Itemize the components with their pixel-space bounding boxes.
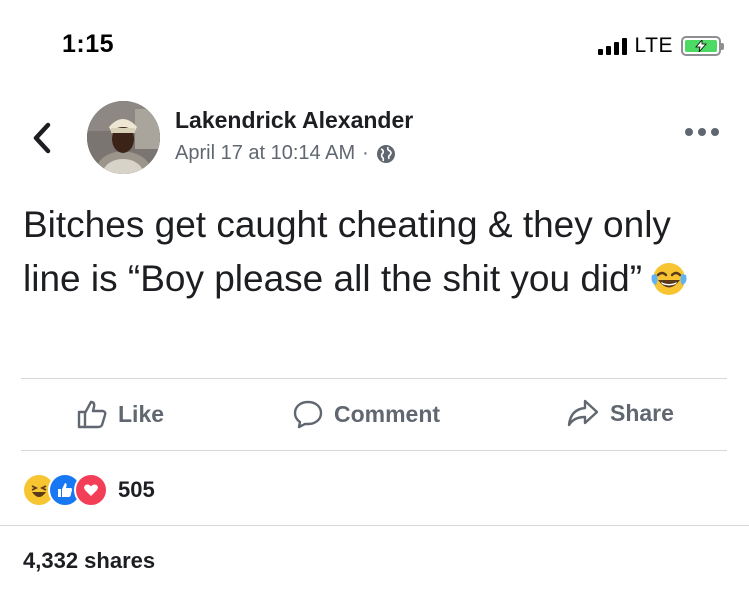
back-button[interactable] — [28, 120, 58, 156]
ellipsis-dot — [698, 128, 706, 136]
like-button[interactable]: Like — [76, 398, 164, 430]
divider — [21, 378, 727, 379]
chevron-left-icon — [33, 122, 51, 154]
love-reaction-icon — [74, 473, 108, 507]
status-time: 1:15 — [62, 30, 115, 58]
share-arrow-icon — [567, 399, 599, 427]
reactions-summary[interactable]: 505 — [22, 473, 155, 507]
divider — [21, 450, 727, 451]
comment-label: Comment — [334, 400, 441, 427]
status-indicators: LTE — [597, 34, 724, 58]
author-name[interactable]: Lakendrick Alexander — [175, 107, 413, 134]
share-label: Share — [610, 399, 674, 426]
shares-count[interactable]: 4,332 shares — [23, 548, 155, 574]
comment-icon — [293, 400, 323, 429]
comment-button[interactable]: Comment — [292, 398, 440, 430]
face-with-tears-of-joy-icon — [650, 258, 688, 312]
ellipsis-dot — [711, 128, 719, 136]
like-label: Like — [118, 400, 165, 427]
share-button[interactable]: Share — [566, 398, 674, 428]
network-type: LTE — [634, 34, 673, 57]
reaction-count: 505 — [118, 477, 155, 502]
avatar[interactable] — [87, 101, 160, 174]
post-timestamp[interactable]: April 17 at 10:14 AM — [175, 142, 355, 165]
more-options-button[interactable] — [685, 128, 719, 136]
battery-icon — [681, 36, 724, 56]
post-body: Bitches get caught cheating & they only … — [23, 204, 671, 299]
meta-separator: · — [362, 142, 369, 164]
post-text: Bitches get caught cheating & they only … — [23, 198, 723, 312]
globe-icon — [376, 144, 395, 163]
ellipsis-icon — [685, 128, 693, 136]
thumbs-up-icon — [77, 400, 107, 429]
signal-icon — [597, 37, 627, 55]
divider — [0, 525, 749, 526]
post-meta: April 17 at 10:14 AM · — [175, 142, 396, 165]
